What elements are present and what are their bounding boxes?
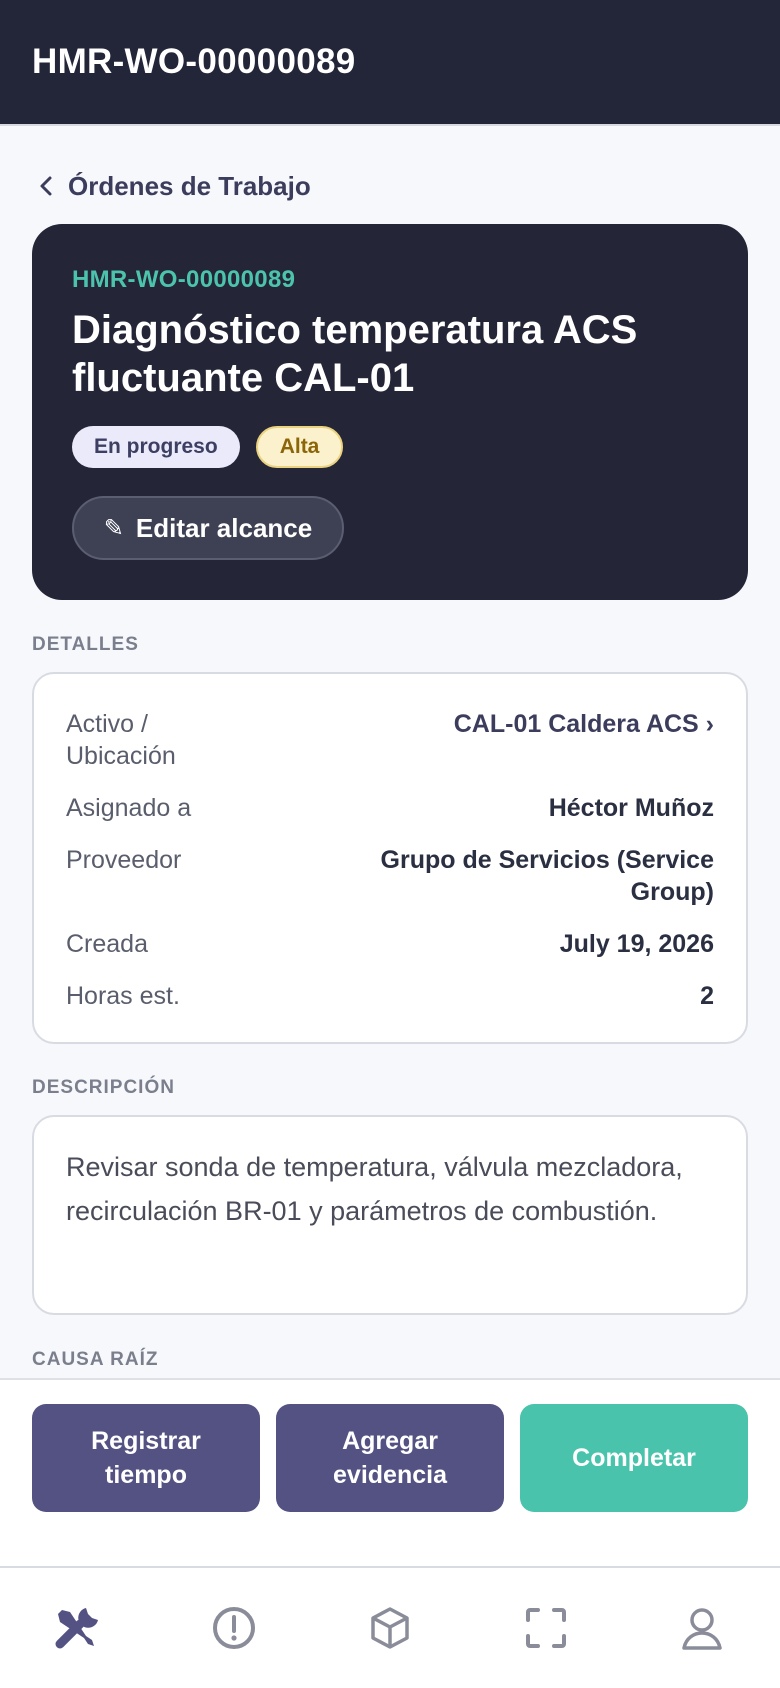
edit-scope-label: Editar alcance: [135, 512, 313, 543]
description-section-label: DESCRIPCIÓN: [32, 1077, 175, 1098]
detail-key: Horas est.: [66, 982, 180, 1010]
detail-value: Grupo de Servicios (Service Group): [380, 846, 714, 906]
detail-value: July 19, 2026: [559, 930, 714, 958]
details-section-label: DETALLES: [32, 634, 139, 655]
detail-key: Activo / Ubicación: [66, 710, 176, 770]
work-order-title: Diagnóstico temperatura ACS fluctuante C…: [72, 308, 638, 400]
bottom-nav: [0, 1566, 780, 1688]
complete-label: Completar: [572, 1444, 696, 1472]
work-order-code: HMR-WO-00000089: [72, 266, 296, 293]
box-icon: [371, 1607, 409, 1649]
asset-location-link[interactable]: CAL-01 Caldera ACS ›: [454, 708, 714, 740]
header-title: HMR-WO-00000089: [32, 42, 356, 81]
complete-button[interactable]: Completar: [520, 1404, 748, 1512]
alert-circle-icon: [213, 1607, 255, 1649]
detail-key: Creada: [66, 930, 148, 958]
detail-row-created: Creada July 19, 2026: [66, 928, 714, 960]
detail-value: Héctor Muñoz: [548, 794, 714, 822]
chevron-left-icon: [40, 176, 52, 196]
user-icon: [682, 1608, 722, 1650]
add-evidence-button[interactable]: Agregar evidencia: [276, 1404, 504, 1512]
detail-key: Asignado a: [66, 794, 192, 822]
details-card: Activo / Ubicación CAL-01 Caldera ACS › …: [32, 672, 748, 1044]
root-cause-section-label: CAUSA RAÍZ: [32, 1349, 159, 1370]
priority-badge: Alta: [255, 426, 344, 468]
edit-scope-button[interactable]: ✎ Editar alcance: [72, 496, 344, 560]
detail-row-hours: Horas est. 2: [66, 980, 714, 1012]
work-order-hero-card: HMR-WO-00000089 Diagnóstico temperatura …: [32, 224, 748, 600]
pencil-icon: ✎: [103, 514, 124, 542]
tools-icon: [55, 1608, 98, 1649]
detail-key: Proveedor: [66, 846, 182, 874]
description-text: Revisar sonda de temperatura, válvula me…: [66, 1152, 683, 1226]
nav-tab-assets[interactable]: [350, 1588, 430, 1668]
back-link[interactable]: Órdenes de Trabajo: [36, 166, 311, 206]
nav-tab-incidents[interactable]: [194, 1588, 274, 1668]
log-time-label: Registrar tiempo: [91, 1427, 201, 1489]
nav-tab-work-orders[interactable]: [38, 1588, 118, 1668]
detail-row-provider: Proveedor Grupo de Servicios (Service Gr…: [66, 844, 714, 908]
detail-row-asset: Activo / Ubicación CAL-01 Caldera ACS ›: [66, 708, 714, 772]
description-card: Revisar sonda de temperatura, válvula me…: [32, 1115, 748, 1315]
scan-icon: [526, 1608, 566, 1648]
status-badge: En progreso: [72, 426, 240, 468]
detail-value: 2: [700, 982, 714, 1010]
action-bar: Registrar tiempo Agregar evidencia Compl…: [0, 1378, 780, 1566]
log-time-button[interactable]: Registrar tiempo: [32, 1404, 260, 1512]
app-header: HMR-WO-00000089: [0, 0, 780, 126]
nav-tab-scan[interactable]: [506, 1588, 586, 1668]
badge-group: En progreso Alta: [72, 426, 344, 468]
add-evidence-label: Agregar evidencia: [333, 1427, 447, 1489]
nav-tab-profile[interactable]: [662, 1588, 742, 1668]
back-link-label: Órdenes de Trabajo: [68, 170, 311, 201]
detail-row-assignee: Asignado a Héctor Muñoz: [66, 792, 714, 824]
